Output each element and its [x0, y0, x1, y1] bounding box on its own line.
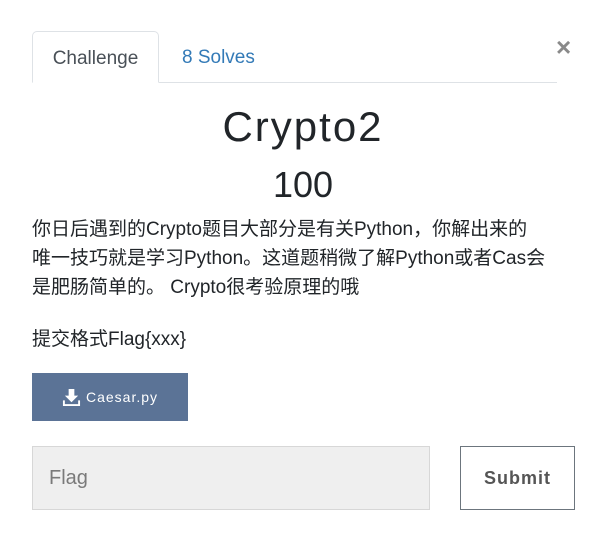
challenge-description: 你日后遇到的Crypto题目大部分是有关Python，你解出来的 唯一技巧就是学…: [32, 215, 580, 302]
challenge-modal: Challenge 8 Solves × Crypto2 100 你日后遇到的C…: [0, 0, 612, 545]
close-icon[interactable]: ×: [556, 34, 571, 60]
description-line: 唯一技巧就是学习Python。这道题稍微了解Python或者Cas会: [32, 248, 546, 269]
tab-challenge[interactable]: Challenge: [32, 31, 159, 83]
description-line: 你日后遇到的Crypto题目大部分是有关Python，你解出来的: [32, 219, 528, 240]
download-file-button[interactable]: Caesar.py: [32, 373, 188, 421]
challenge-name: Crypto2: [222, 103, 384, 150]
description-line: 是肥肠简单的。 Crypto很考验原理的哦: [32, 277, 360, 298]
file-name-label: Caesar.py: [85, 389, 159, 405]
submit-button[interactable]: Submit: [460, 446, 575, 510]
flag-format-text: 提交格式Flag{xxx}: [32, 329, 187, 350]
tab-solves[interactable]: 8 Solves: [182, 31, 255, 82]
challenge-value: 100: [272, 164, 334, 205]
flag-input[interactable]: [32, 446, 430, 510]
download-icon: [62, 388, 81, 406]
challenge-tabs: Challenge 8 Solves: [32, 31, 557, 83]
